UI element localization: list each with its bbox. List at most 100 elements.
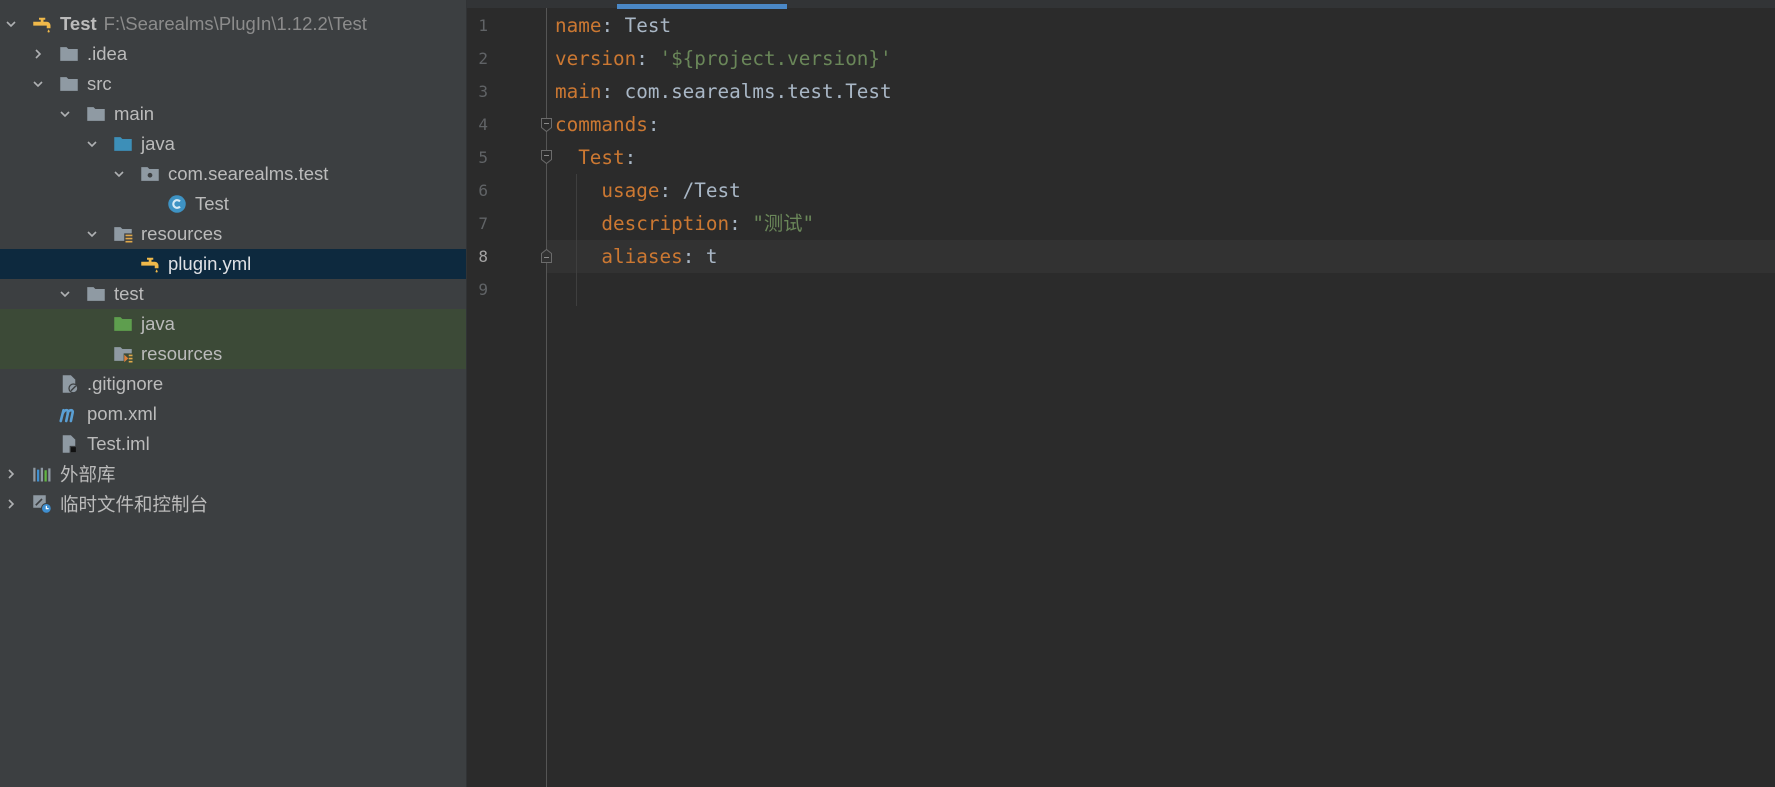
- code-line-7[interactable]: 7 description: "测试": [467, 207, 1775, 240]
- tree-item-label: 外部库: [60, 464, 116, 485]
- gitignore-file-icon: [58, 373, 80, 395]
- test-source-folder-icon: [112, 313, 134, 335]
- tree-item-project-root[interactable]: Test F:\Searealms\PlugIn\1.12.2\Test: [0, 9, 466, 39]
- yaml-key: aliases: [601, 245, 683, 268]
- chevron-right-icon[interactable]: [27, 39, 49, 69]
- folder-icon: [58, 43, 80, 65]
- chevron-right-icon[interactable]: [0, 489, 22, 519]
- code-line-3[interactable]: 3 main: com.searealms.test.Test: [467, 75, 1775, 108]
- yaml-string-value: "测试": [752, 212, 815, 235]
- code-editor[interactable]: 1 name: Test 2 version: '${project.version…: [467, 0, 1775, 787]
- iml-file-icon: [58, 433, 80, 455]
- code-line-5[interactable]: 5 Test:: [467, 141, 1775, 174]
- tree-item-test-java[interactable]: java: [0, 309, 466, 339]
- code-line-6[interactable]: 6 usage: /Test: [467, 174, 1775, 207]
- tree-item-label: .idea: [87, 43, 128, 64]
- folder-icon: [85, 103, 107, 125]
- line-number: 1: [478, 16, 488, 35]
- line-number: 6: [478, 181, 488, 200]
- yaml-colon: :: [729, 212, 741, 235]
- tree-item-package[interactable]: com.searealms.test: [0, 159, 466, 189]
- yaml-colon: :: [636, 47, 648, 70]
- tree-item-label: main: [114, 103, 155, 124]
- tree-item-main-resources[interactable]: resources: [0, 219, 466, 249]
- tree-item-scratches-and-consoles[interactable]: 临时文件和控制台: [0, 489, 466, 519]
- tree-item-main[interactable]: main: [0, 99, 466, 129]
- package-icon: [139, 163, 161, 185]
- yaml-key: usage: [601, 179, 660, 202]
- code-line-4[interactable]: 4 commands:: [467, 108, 1775, 141]
- resources-folder-icon: [112, 223, 134, 245]
- line-number: 3: [478, 82, 488, 101]
- line-number: 7: [478, 214, 488, 233]
- chevron-down-icon[interactable]: [54, 279, 76, 309]
- tree-item-test-resources[interactable]: resources: [0, 339, 466, 369]
- yaml-colon: :: [624, 146, 637, 169]
- tree-item-external-libraries[interactable]: 外部库: [0, 459, 466, 489]
- code-text: commands:: [555, 108, 659, 141]
- yaml-key: commands: [555, 113, 648, 136]
- code-lines: 1 name: Test 2 version: '${project.version…: [467, 9, 1775, 306]
- yaml-colon: :: [601, 80, 614, 103]
- tree-item-label: resources: [141, 343, 223, 364]
- chevron-down-icon[interactable]: [0, 9, 22, 39]
- line-number: 4: [478, 115, 488, 134]
- class-icon: [166, 193, 188, 215]
- code-text: name: Test: [555, 9, 671, 42]
- chevron-down-icon[interactable]: [81, 219, 103, 249]
- tree-item-test-iml[interactable]: Test.iml: [0, 429, 466, 459]
- yaml-key: main: [555, 80, 602, 103]
- chevron-down-icon[interactable]: [108, 159, 130, 189]
- code-text: description: "测试": [555, 207, 814, 240]
- code-line-1[interactable]: 1 name: Test: [467, 9, 1775, 42]
- yaml-value: Test: [624, 14, 672, 37]
- code-line-2[interactable]: 2 version: '${project.version}': [467, 42, 1775, 75]
- code-text: Test:: [555, 141, 636, 174]
- tree-item-label: resources: [141, 223, 223, 244]
- yaml-colon: :: [647, 113, 660, 136]
- plugin-yml-icon: [139, 253, 161, 275]
- tree-item-pom-xml[interactable]: pom.xml: [0, 399, 466, 429]
- tree-item-idea[interactable]: .idea: [0, 39, 466, 69]
- tree-item-test[interactable]: test: [0, 279, 466, 309]
- tree-item-main-java[interactable]: java: [0, 129, 466, 159]
- yaml-colon: :: [659, 179, 672, 202]
- code-line-8[interactable]: 8 aliases: t: [467, 240, 1775, 273]
- plugin-module-icon: [31, 13, 53, 35]
- chevron-down-icon[interactable]: [27, 69, 49, 99]
- editor-tab-strip: [467, 0, 1775, 9]
- line-number: 9: [478, 280, 488, 299]
- tree-item-label: plugin.yml: [168, 253, 252, 274]
- project-tool-window: Test F:\Searealms\PlugIn\1.12.2\Test .id…: [0, 0, 467, 787]
- chevron-down-icon[interactable]: [54, 99, 76, 129]
- code-text: main: com.searealms.test.Test: [555, 75, 892, 108]
- tree-item-src[interactable]: src: [0, 69, 466, 99]
- tree-item-plugin-yml[interactable]: plugin.yml: [0, 249, 466, 279]
- source-root-folder-icon: [112, 133, 134, 155]
- test-resources-folder-icon: [112, 343, 134, 365]
- chevron-right-icon[interactable]: [0, 459, 22, 489]
- code-text: version: '${project.version}': [555, 42, 892, 75]
- yaml-string-value: '${project.version}': [659, 47, 892, 70]
- yaml-value: /Test: [682, 179, 741, 202]
- tree-item-label: src: [87, 73, 112, 94]
- folder-icon: [85, 283, 107, 305]
- line-number: 2: [478, 49, 488, 68]
- yaml-key: name: [555, 14, 602, 37]
- tree-item-label: com.searealms.test: [168, 163, 329, 184]
- scratches-icon: [31, 493, 53, 515]
- library-icon: [31, 463, 53, 485]
- tree-item-label: .gitignore: [87, 373, 164, 394]
- tree-item-test-class[interactable]: Test: [0, 189, 466, 219]
- yaml-value: com.searealms.test.Test: [624, 80, 892, 103]
- yaml-colon: :: [682, 245, 695, 268]
- project-name: Test: [60, 13, 97, 34]
- line-number: 5: [478, 148, 488, 167]
- code-line-9[interactable]: 9: [467, 273, 1775, 306]
- tree-item-label: Test.iml: [87, 433, 150, 454]
- chevron-down-icon[interactable]: [81, 129, 103, 159]
- project-path: F:\Searealms\PlugIn\1.12.2\Test: [103, 13, 367, 34]
- tree-item-gitignore[interactable]: .gitignore: [0, 369, 466, 399]
- yaml-value: t: [705, 245, 718, 268]
- code-text: aliases: t: [555, 240, 718, 273]
